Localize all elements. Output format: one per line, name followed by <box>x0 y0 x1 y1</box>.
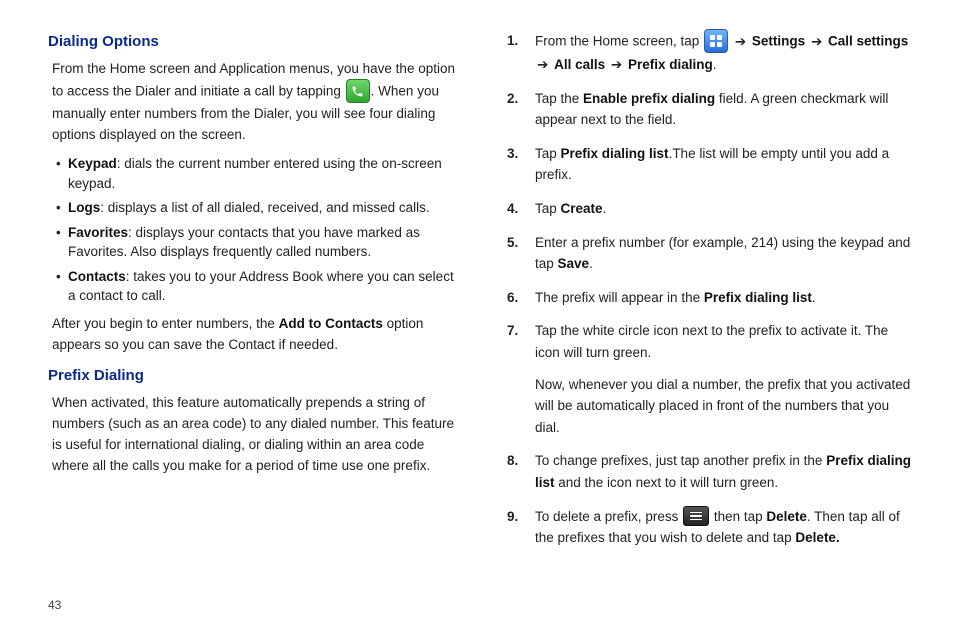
dialing-intro: From the Home screen and Application men… <box>52 59 457 146</box>
manual-page: Dialing Options From the Home screen and… <box>0 0 954 636</box>
arrow-icon: ➔ <box>535 54 550 76</box>
arrow-icon: ➔ <box>733 31 748 53</box>
text: : displays a list of all dialed, receive… <box>100 200 429 215</box>
text: From the Home screen, tap <box>535 34 703 49</box>
text: Tap <box>535 146 561 161</box>
label: Favorites <box>68 225 128 240</box>
page-number: 43 <box>48 598 61 612</box>
label: Keypad <box>68 156 117 171</box>
list-item: Contacts: takes you to your Address Book… <box>56 267 457 306</box>
text: . <box>589 256 593 271</box>
step-6: The prefix will appear in the Prefix dia… <box>507 287 916 309</box>
bold: Prefix dialing list <box>704 290 812 305</box>
text: To change prefixes, just tap another pre… <box>535 453 826 468</box>
step-7: Tap the white circle icon next to the pr… <box>507 320 916 438</box>
menu-icon <box>683 506 709 526</box>
step-7-sub: Now, whenever you dial a number, the pre… <box>535 374 916 439</box>
text: and the icon next to it will turn green. <box>555 475 779 490</box>
step-8: To change prefixes, just tap another pre… <box>507 450 916 493</box>
bold: Enable prefix dialing <box>583 91 715 106</box>
bold: Add to Contacts <box>279 316 383 331</box>
text: Tap the <box>535 91 583 106</box>
text: To delete a prefix, press <box>535 509 682 524</box>
text: . <box>812 290 816 305</box>
arrow-icon: ➔ <box>809 31 824 53</box>
text: Tap the white circle icon next to the pr… <box>535 323 888 360</box>
step-1: From the Home screen, tap ➔ Settings ➔ C… <box>507 30 916 76</box>
bold: Save <box>558 256 590 271</box>
label: Logs <box>68 200 100 215</box>
after-bullets-text: After you begin to enter numbers, the Ad… <box>52 314 457 356</box>
text: . <box>603 201 607 216</box>
bold: Settings <box>752 34 805 49</box>
step-9: To delete a prefix, press then tap Delet… <box>507 506 916 549</box>
text: The prefix will appear in the <box>535 290 704 305</box>
text: Tap <box>535 201 561 216</box>
bold: Create <box>561 201 603 216</box>
label: Contacts <box>68 269 126 284</box>
list-item: Favorites: displays your contacts that y… <box>56 223 457 262</box>
right-column: From the Home screen, tap ➔ Settings ➔ C… <box>501 30 916 616</box>
bold: Delete. <box>795 530 839 545</box>
apps-icon <box>704 29 728 53</box>
bold: Call settings <box>828 34 908 49</box>
phone-icon <box>346 79 370 103</box>
text: After you begin to enter numbers, the <box>52 316 279 331</box>
step-2: Tap the Enable prefix dialing field. A g… <box>507 88 916 131</box>
heading-prefix-dialing: Prefix Dialing <box>48 364 457 387</box>
bold: Prefix dialing list <box>561 146 669 161</box>
step-4: Tap Create. <box>507 198 916 220</box>
text: : takes you to your Address Book where y… <box>68 269 454 304</box>
bold: Prefix dialing <box>628 57 713 72</box>
text: : dials the current number entered using… <box>68 156 442 191</box>
text: . <box>713 57 717 72</box>
arrow-icon: ➔ <box>609 54 624 76</box>
dialing-options-list: Keypad: dials the current number entered… <box>48 154 457 306</box>
heading-dialing-options: Dialing Options <box>48 30 457 53</box>
left-column: Dialing Options From the Home screen and… <box>48 30 463 616</box>
bold: Delete <box>766 509 807 524</box>
prefix-steps: From the Home screen, tap ➔ Settings ➔ C… <box>507 30 916 549</box>
bold: All calls <box>554 57 605 72</box>
list-item: Logs: displays a list of all dialed, rec… <box>56 198 457 218</box>
prefix-dialing-text: When activated, this feature automatical… <box>52 393 457 477</box>
step-5: Enter a prefix number (for example, 214)… <box>507 232 916 275</box>
step-3: Tap Prefix dialing list.The list will be… <box>507 143 916 186</box>
list-item: Keypad: dials the current number entered… <box>56 154 457 193</box>
text: then tap <box>710 509 766 524</box>
